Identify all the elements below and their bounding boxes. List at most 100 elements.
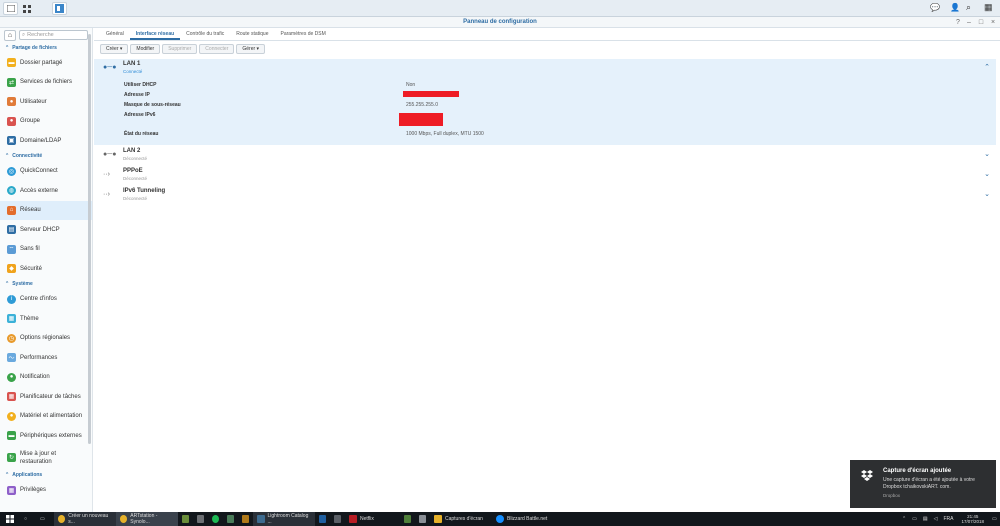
sidebar-scrollbar[interactable] bbox=[88, 34, 91, 444]
sidebar-item-security[interactable]: ◆ Sécurité bbox=[0, 259, 92, 279]
home-button[interactable]: ⌂ bbox=[4, 29, 16, 41]
chat-icon[interactable]: 💬 bbox=[930, 3, 940, 12]
taskbar-app-chrome-2[interactable]: ARTstation - Synolo... bbox=[116, 512, 178, 526]
grid-menu-icon bbox=[22, 4, 31, 13]
sidebar-item-wireless[interactable]: ⌔ Sans fil bbox=[0, 240, 92, 260]
sidebar-item-notification[interactable]: ● Notification bbox=[0, 368, 92, 388]
taskbar-app-battlenet[interactable]: Blizzard Battle.net bbox=[492, 512, 554, 526]
control-panel-taskbar-button[interactable] bbox=[52, 2, 67, 15]
help-icon[interactable]: ? bbox=[953, 17, 963, 28]
tray-up-icon[interactable]: ⌃ bbox=[902, 516, 906, 522]
sidebar-item-quickconnect[interactable]: ◎ QuickConnect bbox=[0, 162, 92, 182]
group-icon: ● bbox=[7, 116, 16, 126]
sidebar-item-group[interactable]: ● Groupe bbox=[0, 112, 92, 132]
tab-network-interface[interactable]: Interface réseau bbox=[129, 28, 181, 40]
taskbar-app-explorer[interactable]: Captures d'écran bbox=[430, 512, 492, 526]
system-tray[interactable]: ⌃ ▭ ▤ ◁ FRA bbox=[898, 512, 958, 526]
interface-header[interactable]: ●─● LAN 1 Connecté ⌃ bbox=[94, 59, 996, 79]
taskbar-app-photoshop[interactable] bbox=[315, 512, 330, 526]
sidebar-item-privileges[interactable]: ▦ Privilèges bbox=[0, 481, 92, 501]
tab-dsm-settings[interactable]: Paramètres de DSM bbox=[274, 28, 331, 40]
close-icon[interactable]: × bbox=[988, 17, 998, 28]
section-header[interactable]: ⌃ Partage de fichiers bbox=[0, 42, 92, 53]
network-tray-icon[interactable]: ▤ bbox=[923, 516, 928, 522]
taskbar-app[interactable] bbox=[415, 512, 430, 526]
sidebar-item-domain[interactable]: ▣ Domaine/LDAP bbox=[0, 131, 92, 151]
sidebar-item-performance[interactable]: 〜 Performances bbox=[0, 348, 92, 368]
modify-button[interactable]: Modifier bbox=[130, 44, 161, 54]
delete-button[interactable]: Supprimer bbox=[162, 44, 198, 54]
taskbar-app-chrome-1[interactable]: Créer un nouveau s... bbox=[54, 512, 116, 526]
chevron-down-icon[interactable]: ⌄ bbox=[984, 170, 990, 178]
taskbar-app[interactable] bbox=[193, 512, 208, 526]
network-icon: ⌂ bbox=[7, 205, 16, 215]
task-view-button[interactable]: ▭ bbox=[36, 512, 54, 526]
cortana-button[interactable]: ○ bbox=[20, 512, 36, 526]
sidebar-item-file-services[interactable]: ⇄ Services de fichiers bbox=[0, 73, 92, 93]
maximize-icon[interactable]: □ bbox=[976, 17, 986, 28]
taskbar-app-bridge[interactable] bbox=[238, 512, 253, 526]
theme-icon: ▦ bbox=[7, 314, 16, 324]
chevron-up-icon: ⌃ bbox=[5, 44, 10, 51]
interface-pppoe[interactable]: ··› PPPoE Déconnecté ⌄ bbox=[94, 166, 996, 186]
user-icon[interactable]: 👤 bbox=[950, 3, 960, 12]
search-input[interactable]: ⌕ Recherche bbox=[19, 30, 88, 40]
folder-icon bbox=[434, 515, 442, 523]
taskbar-app-lightroom[interactable]: Lightroom Catalog ... bbox=[253, 512, 315, 526]
taskbar-app[interactable] bbox=[330, 512, 345, 526]
sidebar-item-user[interactable]: ● Utilisateur bbox=[0, 92, 92, 112]
sidebar-item-theme[interactable]: ▦ Thème bbox=[0, 309, 92, 329]
main-menu-button[interactable] bbox=[19, 2, 34, 15]
external-device-icon: ▬ bbox=[7, 431, 16, 441]
connect-button[interactable]: Connecter bbox=[199, 44, 235, 54]
section-header[interactable]: ⌃ Connectivité bbox=[0, 151, 92, 162]
chrome-icon bbox=[120, 515, 128, 523]
taskbar-app-netflix[interactable]: Netflix bbox=[345, 512, 400, 526]
create-button[interactable]: Créer ▾ bbox=[100, 44, 129, 54]
shield-icon: ◆ bbox=[7, 264, 16, 274]
taskbar-app[interactable] bbox=[178, 512, 193, 526]
start-button[interactable] bbox=[0, 512, 20, 526]
section-header[interactable]: ⌃ Applications bbox=[0, 470, 92, 481]
caret-down-icon: ▾ bbox=[256, 46, 260, 52]
sidebar-item-update-restore[interactable]: ↻ Mise à jour et restauration bbox=[0, 446, 92, 470]
chevron-down-icon[interactable]: ⌄ bbox=[984, 150, 990, 158]
tab-general[interactable]: Général bbox=[100, 28, 130, 40]
interface-ipv6-tunneling[interactable]: ··› IPv6 Tunneling Déconnecté ⌄ bbox=[94, 186, 996, 206]
tab-bar: Général Interface réseau Contrôle du tra… bbox=[94, 28, 1000, 41]
chevron-down-icon[interactable]: ⌄ bbox=[984, 190, 990, 198]
battery-icon[interactable]: ▭ bbox=[912, 516, 917, 522]
taskbar-app-spotify[interactable] bbox=[208, 512, 223, 526]
section-header[interactable]: ⌃ Système bbox=[0, 279, 92, 290]
file-services-icon: ⇄ bbox=[7, 77, 16, 87]
action-center-button[interactable]: ▭ bbox=[988, 512, 1000, 526]
manage-button[interactable]: Gérer ▾ bbox=[236, 44, 266, 54]
interface-lan1[interactable]: ●─● LAN 1 Connecté ⌃ Utiliser DHCP Non A… bbox=[94, 59, 996, 145]
minimize-icon[interactable]: – bbox=[964, 17, 974, 28]
taskbar-app[interactable] bbox=[400, 512, 415, 526]
sidebar-item-dhcp[interactable]: ▤ Serveur DHCP bbox=[0, 220, 92, 240]
sidebar-item-external-devices[interactable]: ▬ Périphériques externes bbox=[0, 426, 92, 446]
show-desktop-button[interactable] bbox=[3, 2, 18, 15]
sidebar-item-hardware-power[interactable]: ● Matériel et alimentation bbox=[0, 407, 92, 427]
control-panel-icon bbox=[55, 4, 64, 13]
interface-lan2[interactable]: ●─● LAN 2 Déconnecté ⌄ bbox=[94, 146, 996, 166]
chevron-up-icon[interactable]: ⌃ bbox=[984, 63, 990, 71]
app-icon bbox=[182, 515, 189, 523]
update-icon: ↻ bbox=[7, 453, 16, 462]
sidebar-item-shared-folder[interactable]: ▬ Dossier partagé bbox=[0, 53, 92, 73]
dropbox-notification[interactable]: Capture d'écran ajoutée Une capture d'éc… bbox=[850, 460, 996, 508]
tab-traffic-control[interactable]: Contrôle du trafic bbox=[180, 28, 230, 40]
clock[interactable]: 21:45 17/07/2018 bbox=[957, 514, 988, 524]
sidebar-item-info-center[interactable]: i Centre d'infos bbox=[0, 290, 92, 310]
volume-icon[interactable]: ◁ bbox=[934, 516, 938, 522]
sidebar-item-external-access[interactable]: ◍ Accès externe bbox=[0, 181, 92, 201]
sidebar-item-network[interactable]: ⌂ Réseau bbox=[0, 200, 92, 220]
user-icon: ● bbox=[7, 97, 16, 107]
widgets-icon[interactable]: ▦ bbox=[984, 2, 993, 13]
tab-static-route[interactable]: Route statique bbox=[230, 28, 274, 40]
sidebar-item-task-scheduler[interactable]: ▦ Planificateur de tâches bbox=[0, 387, 92, 407]
taskbar-app[interactable] bbox=[223, 512, 238, 526]
sidebar-item-regional-options[interactable]: ◷ Options régionales bbox=[0, 329, 92, 349]
search-icon[interactable]: ⌕ bbox=[966, 2, 971, 13]
